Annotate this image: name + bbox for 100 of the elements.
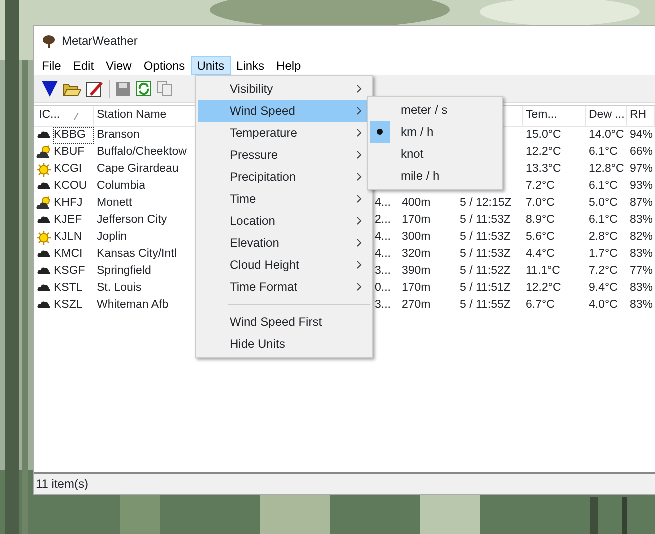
tree-icon bbox=[43, 34, 55, 48]
column-header[interactable]: Tem... bbox=[523, 106, 586, 127]
menu-item[interactable]: Precipitation bbox=[198, 166, 370, 188]
table-cell-text: 77% bbox=[629, 264, 654, 279]
table-cell-text: 5 / 11:53Z bbox=[459, 212, 512, 228]
table-cell-text: 5.6°C bbox=[525, 230, 556, 245]
table-cell-text: 3... bbox=[374, 298, 392, 313]
table-cell-text: 4... bbox=[374, 230, 392, 245]
table-cell-text: 12.2°C bbox=[525, 144, 562, 160]
menu-item[interactable]: Time bbox=[198, 188, 370, 210]
menu-item[interactable]: knot bbox=[370, 143, 500, 165]
table-cell-text: 4.0°C bbox=[588, 298, 619, 313]
table-cell-text: 9.4°C bbox=[588, 280, 619, 296]
table-cell-text: Branson bbox=[96, 128, 141, 143]
window-title: MetarWeather bbox=[62, 33, 138, 50]
table-cell[interactable]: KSGF bbox=[53, 262, 94, 280]
table-cell-text: 6.7°C bbox=[525, 298, 556, 313]
table-cell-text: 2.8°C bbox=[588, 230, 619, 245]
table-cell-text: Monett bbox=[96, 196, 134, 211]
table-cell-text: Cape Girardeau bbox=[96, 162, 180, 177]
table-cell-text: Joplin bbox=[96, 230, 128, 245]
table-cell-text: 93% bbox=[629, 178, 654, 194]
table-cell-text: 12.2°C bbox=[525, 280, 562, 296]
table-cell-text: 97% bbox=[629, 162, 654, 177]
menu-item[interactable]: Location bbox=[198, 210, 370, 232]
table-cell-text: 170m bbox=[401, 280, 432, 296]
table-cell-text: 6.1°C bbox=[588, 178, 619, 194]
table-cell-text: 5 / 11:53Z bbox=[459, 230, 512, 245]
table-cell-text: Whiteman Afb bbox=[96, 298, 170, 313]
menu-item[interactable]: Help bbox=[270, 56, 308, 75]
table-cell[interactable]: KHFJ bbox=[53, 194, 94, 212]
table-cell-text: Jefferson City bbox=[96, 212, 168, 228]
refresh-icon[interactable] bbox=[136, 80, 152, 96]
menu-item[interactable]: Time Format bbox=[198, 276, 370, 298]
table-cell-text: 3... bbox=[374, 264, 392, 279]
menu-item[interactable]: Edit bbox=[67, 56, 100, 75]
menu-item[interactable]: km / h bbox=[370, 121, 500, 143]
menu-item[interactable]: Hide Units bbox=[198, 333, 370, 355]
table-cell-text: 82% bbox=[629, 230, 654, 245]
menu-item[interactable]: Wind Speed bbox=[198, 100, 370, 122]
table-cell-text: 5.0°C bbox=[588, 196, 619, 211]
table-cell-text: 1.7°C bbox=[588, 246, 619, 262]
table-cell-text: 8.9°C bbox=[525, 212, 556, 228]
sort-icon bbox=[74, 112, 80, 120]
table-cell-text: 6.1°C bbox=[588, 144, 619, 160]
table-cell-text: 83% bbox=[629, 298, 654, 313]
bullet-icon bbox=[377, 129, 383, 135]
table-cell-text: 87% bbox=[629, 196, 654, 211]
save-icon[interactable] bbox=[115, 80, 131, 96]
table-cell-text: 66% bbox=[629, 144, 654, 160]
table-cell-text: 5 / 11:53Z bbox=[459, 246, 512, 262]
table-cell[interactable]: KSZL bbox=[53, 296, 94, 314]
menu-item[interactable]: Links bbox=[230, 56, 271, 75]
table-cell-text: Columbia bbox=[96, 178, 147, 194]
table-cell-text: Kansas City/Intl bbox=[96, 246, 178, 262]
table-cell-text: St. Louis bbox=[96, 280, 143, 296]
table-cell-text: 300m bbox=[401, 230, 432, 245]
menu-item[interactable]: Options bbox=[138, 56, 192, 75]
table-cell-text: 4... bbox=[374, 196, 392, 211]
column-header[interactable]: IC... bbox=[39, 107, 60, 125]
table-cell-text: Buffalo/Cheektow bbox=[96, 144, 188, 160]
menu-item[interactable]: Cloud Height bbox=[198, 254, 370, 276]
table-cell-text: 5 / 11:51Z bbox=[459, 280, 512, 296]
table-cell-text: 400m bbox=[401, 196, 432, 211]
table-cell[interactable]: KCGI bbox=[53, 160, 94, 178]
table-cell-text: 83% bbox=[629, 246, 654, 262]
menu-item[interactable]: Units bbox=[191, 56, 231, 75]
table-cell[interactable]: KCOU bbox=[53, 178, 94, 196]
menu-item[interactable]: View bbox=[100, 56, 138, 75]
menu-item[interactable]: Elevation bbox=[198, 232, 370, 254]
table-cell-text: 7.0°C bbox=[525, 196, 556, 211]
edit-icon[interactable] bbox=[86, 80, 104, 98]
table-cell-text: 5 / 11:52Z bbox=[459, 264, 512, 279]
column-header[interactable]: Dew ... bbox=[586, 106, 627, 127]
column-header[interactable]: RH bbox=[627, 106, 655, 127]
menu-item[interactable]: meter / s bbox=[370, 99, 500, 121]
table-cell[interactable]: KJLN bbox=[53, 228, 94, 246]
menu-item[interactable]: File bbox=[36, 56, 68, 75]
table-cell-text: 2... bbox=[374, 212, 392, 228]
table-cell-text: 11.1°C bbox=[525, 264, 562, 279]
menu-item[interactable]: Pressure bbox=[198, 144, 370, 166]
table-cell[interactable]: KBBG bbox=[53, 126, 94, 144]
table-cell-text: 94% bbox=[629, 128, 654, 143]
table-cell[interactable]: KBUF bbox=[53, 144, 94, 162]
funnel-icon[interactable] bbox=[42, 80, 58, 98]
table-cell-text: 7.2°C bbox=[525, 178, 556, 194]
table-cell-text: 7.2°C bbox=[588, 264, 619, 279]
menu-item[interactable]: Wind Speed First bbox=[198, 311, 370, 333]
table-cell-text: 4... bbox=[374, 246, 392, 262]
table-cell[interactable]: KSTL bbox=[53, 280, 94, 298]
table-cell-text: 5 / 12:15Z bbox=[459, 196, 513, 211]
table-cell-text: 12.8°C bbox=[588, 162, 626, 177]
table-cell-text: 13.3°C bbox=[525, 162, 562, 177]
table-cell-text: 390m bbox=[401, 264, 432, 279]
table-cell[interactable]: KJEF bbox=[53, 212, 94, 230]
menu-item[interactable]: mile / h bbox=[370, 165, 500, 187]
table-cell-text: 15.0°C bbox=[525, 128, 562, 143]
table-cell[interactable]: KMCI bbox=[53, 246, 94, 264]
table-cell-text: 0... bbox=[374, 280, 392, 296]
table-cell-text: 83% bbox=[629, 280, 654, 296]
